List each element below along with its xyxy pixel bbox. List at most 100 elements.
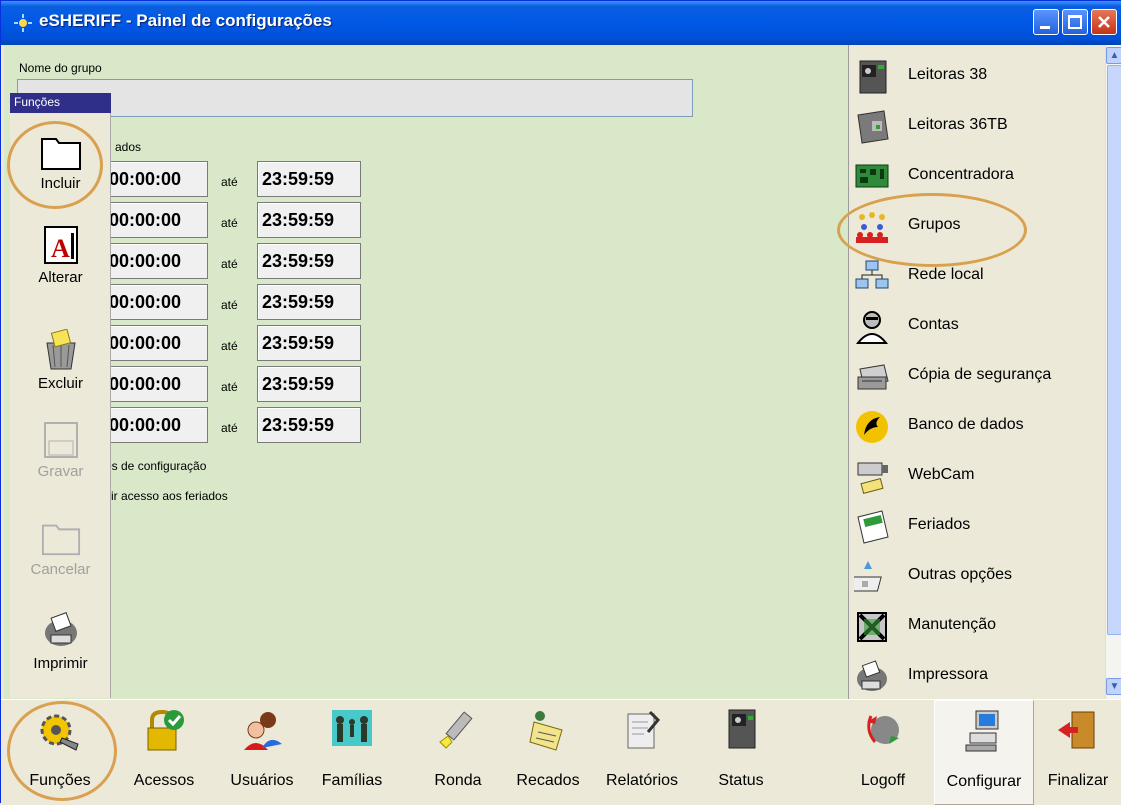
toolbar-logoff[interactable]: Logoff <box>843 700 923 805</box>
toolbar-configurar[interactable]: Configurar <box>934 700 1034 805</box>
toolbar-label: Famílias <box>321 772 383 789</box>
end-time-input[interactable]: 23:59:59 <box>257 407 361 443</box>
toolbar-status[interactable]: Status <box>701 700 781 805</box>
nav-item-label: Concentradora <box>908 166 1014 183</box>
toolbar-acessos[interactable]: Acessos <box>119 700 209 805</box>
scroll-up-button[interactable]: ▲ <box>1106 47 1121 64</box>
until-label: até <box>221 339 238 353</box>
network-icon <box>855 260 889 289</box>
note-icon <box>529 711 563 751</box>
toolbar-familias[interactable]: Famílias <box>311 700 393 805</box>
include-button[interactable]: Incluir <box>10 131 111 192</box>
nav-item-label: Banco de dados <box>908 416 1024 433</box>
maximize-button[interactable] <box>1062 9 1088 35</box>
include-label: Incluir <box>40 175 81 192</box>
edit-document-icon: A <box>43 226 78 264</box>
group-name-input[interactable] <box>17 79 693 117</box>
toolbar-finalizar[interactable]: Finalizar <box>1037 700 1119 805</box>
toolbar-label: Funções <box>29 772 91 789</box>
nav-item-leitoras-36tb[interactable]: Leitoras 36TB <box>850 101 1105 151</box>
delete-label: Excluir <box>37 375 83 392</box>
end-time-input[interactable]: 23:59:59 <box>257 284 361 320</box>
end-time-input[interactable]: 23:59:59 <box>257 243 361 279</box>
calendar-icon <box>857 510 889 544</box>
close-icon <box>1098 16 1110 28</box>
start-time-input[interactable]: 00:00:00 <box>104 366 208 402</box>
start-time-input[interactable]: 00:00:00 <box>104 284 208 320</box>
minimize-button[interactable] <box>1033 9 1059 35</box>
edit-button[interactable]: A Alterar <box>10 225 111 286</box>
users-icon <box>244 712 282 750</box>
until-label: até <box>221 298 238 312</box>
nav-item-feriados[interactable]: Feriados <box>850 501 1105 551</box>
app-window: eSHERIFF - Painel de configurações Nome … <box>0 0 1121 805</box>
delete-button[interactable]: Excluir <box>10 329 111 392</box>
nav-item-grupos[interactable]: Grupos <box>850 201 1105 251</box>
nav-item-contas[interactable]: Contas <box>850 301 1105 351</box>
nav-item-label: Manutenção <box>908 616 997 633</box>
toolbar-funcoes[interactable]: Funções <box>5 700 115 805</box>
toolbar-relatorios[interactable]: Relatórios <box>595 700 689 805</box>
print-button[interactable]: Imprimir <box>10 611 111 672</box>
end-time-input[interactable]: 23:59:59 <box>257 202 361 238</box>
toolbar-ronda[interactable]: Ronda <box>417 700 499 805</box>
report-icon <box>627 710 661 749</box>
backup-icon <box>857 364 889 390</box>
toolbar-label: Finalizar <box>1047 772 1109 789</box>
accounts-icon <box>855 311 889 344</box>
toolbar-usuarios[interactable]: Usuários <box>214 700 310 805</box>
scroll-thumb[interactable] <box>1107 65 1121 635</box>
nav-item-outras-opcoes[interactable]: Outras opções <box>850 551 1105 601</box>
end-time-input[interactable]: 23:59:59 <box>257 366 361 402</box>
reader-tb-icon <box>857 110 889 144</box>
exit-door-icon <box>1058 711 1095 749</box>
scroll-down-button[interactable]: ▼ <box>1106 678 1121 695</box>
config-options-label: es de configuração <box>105 459 207 473</box>
save-icon <box>43 422 78 458</box>
save-label: Gravar <box>37 463 84 480</box>
nav-item-label: Outras opções <box>908 566 1013 583</box>
start-time-input[interactable]: 00:00:00 <box>104 202 208 238</box>
trash-icon <box>45 329 76 370</box>
start-time-input[interactable]: 00:00:00 <box>104 161 208 197</box>
window-title: eSHERIFF - Painel de configurações <box>39 11 332 30</box>
until-label: até <box>221 380 238 394</box>
allow-holiday-access-checkbox-label[interactable]: itir acesso aos feriados <box>105 489 228 503</box>
nav-item-manutencao[interactable]: Manutenção <box>850 601 1105 651</box>
start-time-input[interactable]: 00:00:00 <box>104 325 208 361</box>
nav-item-banco-de-dados[interactable]: Banco de dados <box>850 401 1105 451</box>
nav-item-label: Cópia de segurança <box>908 366 1052 383</box>
until-label: até <box>221 175 238 189</box>
toolbar-label: Logoff <box>860 772 906 789</box>
start-time-input[interactable]: 00:00:00 <box>104 243 208 279</box>
toolbar-label: Configurar <box>946 773 1022 790</box>
nav-scrollbar[interactable]: ▲ ▼ <box>1105 45 1121 699</box>
nav-item-label: Contas <box>908 316 959 333</box>
nav-item-label: Impressora <box>908 666 989 683</box>
printer-icon <box>857 660 887 691</box>
nav-item-webcam[interactable]: WebCam <box>850 451 1105 501</box>
nav-item-leitoras-38[interactable]: Leitoras 38 <box>850 51 1105 101</box>
nav-item-rede-local[interactable]: Rede local <box>850 251 1105 301</box>
save-button[interactable]: Gravar <box>10 419 111 480</box>
start-time-input[interactable]: 00:00:00 <box>104 407 208 443</box>
nav-item-label: WebCam <box>908 466 975 483</box>
until-label: até <box>221 257 238 271</box>
nav-item-concentradora[interactable]: Concentradora <box>850 151 1105 201</box>
edit-label: Alterar <box>38 269 83 286</box>
functions-toolbar-header: Funções <box>10 93 111 113</box>
end-time-input[interactable]: 23:59:59 <box>257 161 361 197</box>
toolbar-label: Relatórios <box>605 772 679 789</box>
nav-item-impressora[interactable]: Impressora <box>850 651 1105 701</box>
nav-item-label: Rede local <box>908 266 984 283</box>
maintenance-icon <box>857 612 887 642</box>
end-time-input[interactable]: 23:59:59 <box>257 325 361 361</box>
toolbar-recados[interactable]: Recados <box>503 700 593 805</box>
database-icon <box>856 411 888 443</box>
print-label: Imprimir <box>33 655 88 672</box>
cancel-button[interactable]: Cancelar <box>10 517 111 578</box>
until-label: até <box>221 421 238 435</box>
nav-item-copia-de-seguranca[interactable]: Cópia de segurança <box>850 351 1105 401</box>
toolbar-label: Acessos <box>133 772 195 789</box>
close-button[interactable] <box>1091 9 1117 35</box>
